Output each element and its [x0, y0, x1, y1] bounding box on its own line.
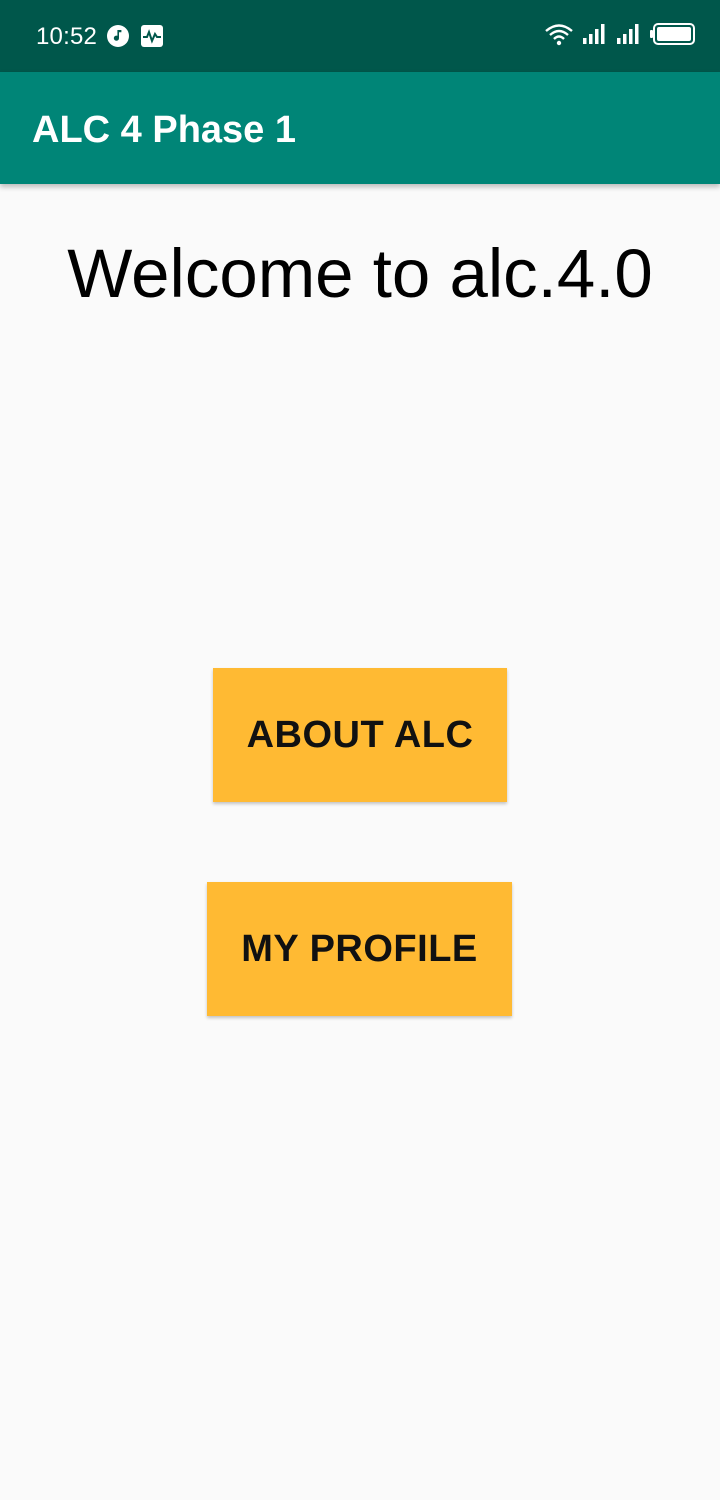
battery-icon [650, 23, 695, 45]
app-title: ALC 4 Phase 1 [32, 109, 296, 151]
status-time: 10:52 [36, 23, 98, 50]
status-notification-icons [106, 24, 164, 48]
activity-monitor-icon [141, 25, 163, 47]
app-bar: ALC 4 Phase 1 [0, 72, 720, 184]
status-system-icons [544, 22, 696, 46]
signal-icon [583, 24, 605, 44]
wifi-icon [545, 24, 573, 46]
status-bar: 10:52 [0, 0, 720, 72]
about-alc-button[interactable]: ABOUT ALC [213, 668, 507, 802]
music-note-icon [107, 25, 129, 47]
signal-icon [617, 24, 639, 44]
welcome-heading: Welcome to alc.4.0 [67, 235, 653, 312]
my-profile-button[interactable]: MY PROFILE [207, 882, 512, 1016]
